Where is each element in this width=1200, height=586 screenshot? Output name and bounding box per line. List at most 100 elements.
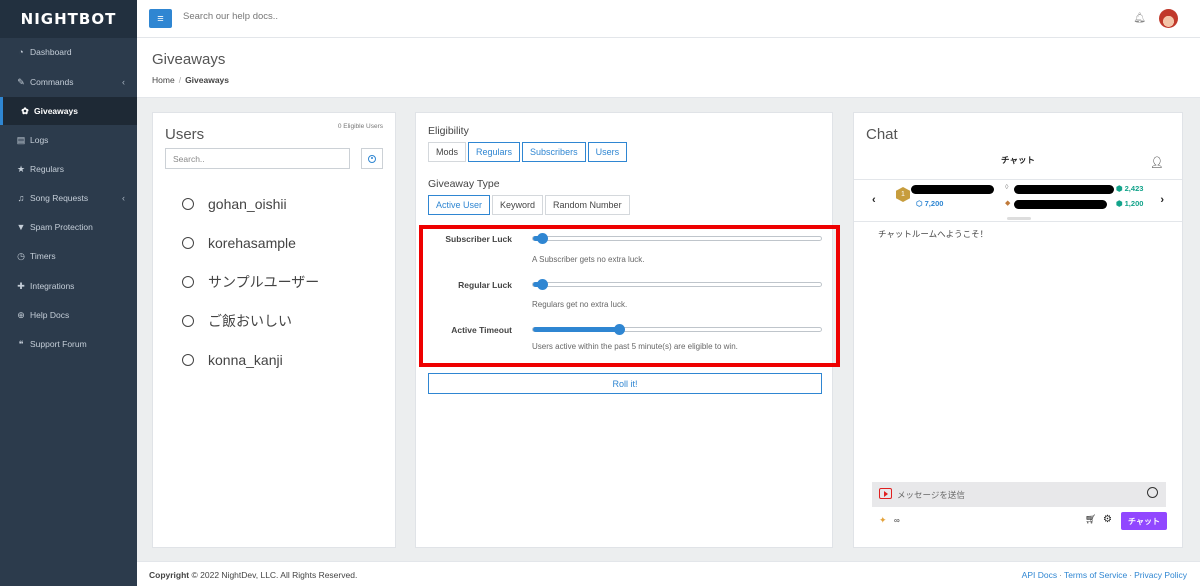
- target-icon: [368, 154, 376, 163]
- sidebar-item-label: Song Requests: [30, 193, 89, 203]
- sidebar-item-dashboard[interactable]: ◔ Dashboard: [0, 38, 137, 66]
- nightbot-logo[interactable]: NIGHTBOT: [0, 0, 137, 38]
- chevron-left-icon: ‹: [122, 77, 125, 87]
- gear-icon[interactable]: ⚙: [1103, 514, 1112, 525]
- eligibility-users-button[interactable]: Users: [587, 142, 628, 162]
- sidebar-item-label: Dashboard: [30, 47, 72, 57]
- redacted-username: [1014, 185, 1114, 194]
- star-icon: ★: [16, 163, 26, 174]
- page-header: Giveaways Home / Giveaways: [137, 38, 1200, 98]
- sidebar-item-logs[interactable]: ▤ Logs: [0, 126, 137, 154]
- help-docs-search-input[interactable]: [183, 11, 483, 22]
- user-list-item[interactable]: ご飯おいしい: [182, 311, 292, 331]
- terms-of-service-link[interactable]: Terms of Service: [1064, 570, 1127, 580]
- topbar: ≡ 🔔︎: [137, 0, 1200, 38]
- breadcrumb-home-link[interactable]: Home: [152, 75, 175, 85]
- sidebar-item-song-requests[interactable]: ♫ Song Requests ‹: [0, 184, 137, 212]
- sidebar-item-giveaways[interactable]: ✿ Giveaways: [0, 97, 137, 125]
- roll-button[interactable]: Roll it!: [428, 373, 822, 394]
- carousel-indicator: [1007, 217, 1031, 220]
- magic-wand-icon: ✎: [17, 76, 25, 87]
- user-name: korehasample: [208, 235, 296, 251]
- page-title: Giveaways: [152, 51, 226, 68]
- breadcrumb-current: Giveaways: [185, 75, 230, 85]
- points-balance: ∞: [894, 516, 900, 525]
- sidebar-item-spam-protection[interactable]: ▼ Spam Protection: [0, 213, 137, 241]
- footer: Copyright © 2022 NightDev, LLC. All Righ…: [137, 561, 1200, 586]
- sidebar-item-help-docs[interactable]: ⊕ Help Docs: [0, 301, 137, 329]
- shield-icon: ▼: [16, 222, 26, 232]
- cart-icon[interactable]: 🛒︎: [1085, 514, 1096, 525]
- eligibility-regulars-button[interactable]: Regulars: [468, 142, 521, 162]
- user-name: konna_kanji: [208, 352, 283, 368]
- emote-icon[interactable]: [1147, 487, 1158, 498]
- gift-icon: ✿: [21, 105, 29, 116]
- eligibility-options: Mods Regulars Subscribers Users: [428, 142, 628, 162]
- sidebar-item-label: Spam Protection: [30, 222, 93, 232]
- type-random-number-button[interactable]: Random Number: [545, 195, 630, 215]
- channel-points-2: ⬢ 2,423: [1116, 184, 1144, 193]
- user-search-input[interactable]: [165, 148, 350, 169]
- sidebar-item-timers[interactable]: ◷ Timers: [0, 242, 137, 270]
- type-keyword-button[interactable]: Keyword: [492, 195, 544, 215]
- api-docs-link[interactable]: API Docs: [1022, 570, 1057, 580]
- type-active-user-button[interactable]: Active User: [428, 195, 491, 215]
- user-name: ご飯おいしい: [208, 313, 292, 329]
- bits-icon[interactable]: ✦: [879, 515, 887, 526]
- chat-header: チャット: [1001, 155, 1035, 165]
- channel-points-1: ⬡ 7,200: [916, 199, 944, 208]
- privacy-policy-link[interactable]: Privacy Policy: [1134, 570, 1187, 580]
- sidebar-item-integrations[interactable]: ✚ Integrations: [0, 272, 137, 300]
- chat-send-button[interactable]: チャット: [1121, 512, 1167, 530]
- chat-message-input[interactable]: [872, 482, 1166, 507]
- giveaway-type-options: Active User Keyword Random Number: [428, 195, 630, 215]
- radio-icon[interactable]: [182, 315, 194, 327]
- user-list-item[interactable]: gohan_oishii: [182, 194, 287, 214]
- sidebar-item-commands[interactable]: ✎ Commands ‹: [0, 68, 137, 96]
- rank-badge-icon: 1: [896, 187, 910, 202]
- giveaway-type-title: Giveaway Type: [428, 178, 500, 190]
- dashboard-icon: ◔: [18, 47, 24, 57]
- chevron-left-icon[interactable]: ‹: [872, 194, 876, 206]
- eligibility-mods-button[interactable]: Mods: [428, 142, 467, 162]
- radio-icon[interactable]: [182, 354, 194, 366]
- clip-icon[interactable]: [879, 488, 892, 499]
- sidebar-item-label: Giveaways: [34, 106, 78, 116]
- sidebar: NIGHTBOT ◔ Dashboard ✎ Commands ‹ ✿ Giveaway…: [0, 0, 137, 586]
- radio-icon[interactable]: [182, 237, 194, 249]
- radio-icon[interactable]: [182, 198, 194, 210]
- user-list-item[interactable]: サンプルユーザー: [182, 272, 319, 292]
- bell-icon[interactable]: 🔔︎: [1133, 13, 1146, 24]
- avatar[interactable]: [1159, 9, 1178, 28]
- highlight-box: [419, 225, 840, 367]
- breadcrumb: Home / Giveaways: [152, 75, 230, 85]
- sidebar-item-label: Help Docs: [30, 310, 70, 320]
- music-icon: ♫: [17, 193, 25, 203]
- logs-icon: ▤: [16, 134, 26, 145]
- redacted-username: [1014, 200, 1107, 209]
- footer-links: API Docs · Terms of Service · Privacy Policy: [1021, 570, 1187, 580]
- rank-icon: ◆: [1005, 200, 1011, 207]
- menu-toggle-button[interactable]: ≡: [149, 9, 172, 28]
- chevron-left-icon: ‹: [122, 193, 125, 203]
- users-title: Users: [165, 126, 205, 143]
- eligibility-subscribers-button[interactable]: Subscribers: [522, 142, 586, 162]
- eligibility-panel: Eligibility Mods Regulars Subscribers Us…: [415, 112, 840, 548]
- chevron-right-icon[interactable]: ›: [1160, 194, 1164, 206]
- chat-welcome-message: チャットルームへようこそ！: [878, 229, 989, 239]
- user-list-item[interactable]: konna_kanji: [182, 350, 283, 370]
- radio-icon[interactable]: [182, 276, 194, 288]
- puzzle-icon: ✚: [17, 280, 25, 291]
- sidebar-item-regulars[interactable]: ★ Regulars: [0, 155, 137, 183]
- hamburger-icon: ≡: [157, 12, 164, 25]
- pick-winner-button[interactable]: [361, 148, 383, 169]
- redacted-username: [911, 185, 994, 194]
- chat-title: Chat: [866, 126, 898, 143]
- sidebar-item-support-forum[interactable]: ❝ Support Forum: [0, 330, 137, 358]
- comments-icon: ❝: [18, 338, 24, 349]
- channel-points-3: ⬢ 1,200: [1116, 199, 1144, 208]
- community-icon[interactable]: 👤︎: [1150, 156, 1164, 169]
- eligibility-title: Eligibility: [428, 125, 469, 137]
- sidebar-item-label: Timers: [30, 251, 56, 261]
- user-list-item[interactable]: korehasample: [182, 233, 296, 253]
